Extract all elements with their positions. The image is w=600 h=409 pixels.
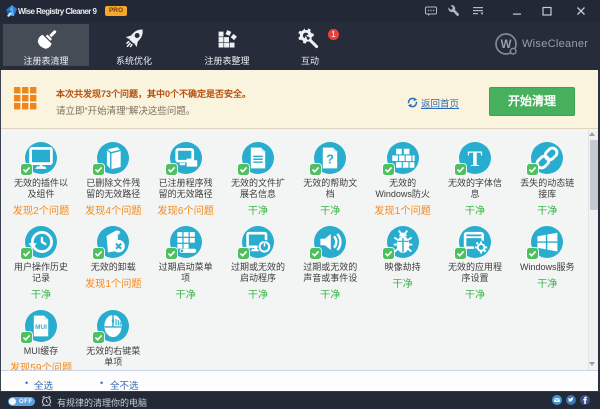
svg-text:MUI: MUI	[35, 324, 47, 331]
svg-text:W: W	[501, 39, 512, 51]
svg-text:?: ?	[326, 152, 334, 167]
svg-text:T: T	[468, 146, 483, 171]
